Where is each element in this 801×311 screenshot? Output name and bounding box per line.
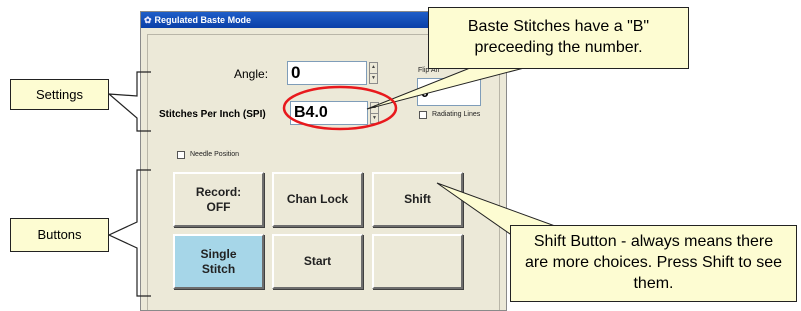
highlight-overlay: [282, 85, 398, 131]
spi-highlight-ring: [282, 85, 398, 131]
